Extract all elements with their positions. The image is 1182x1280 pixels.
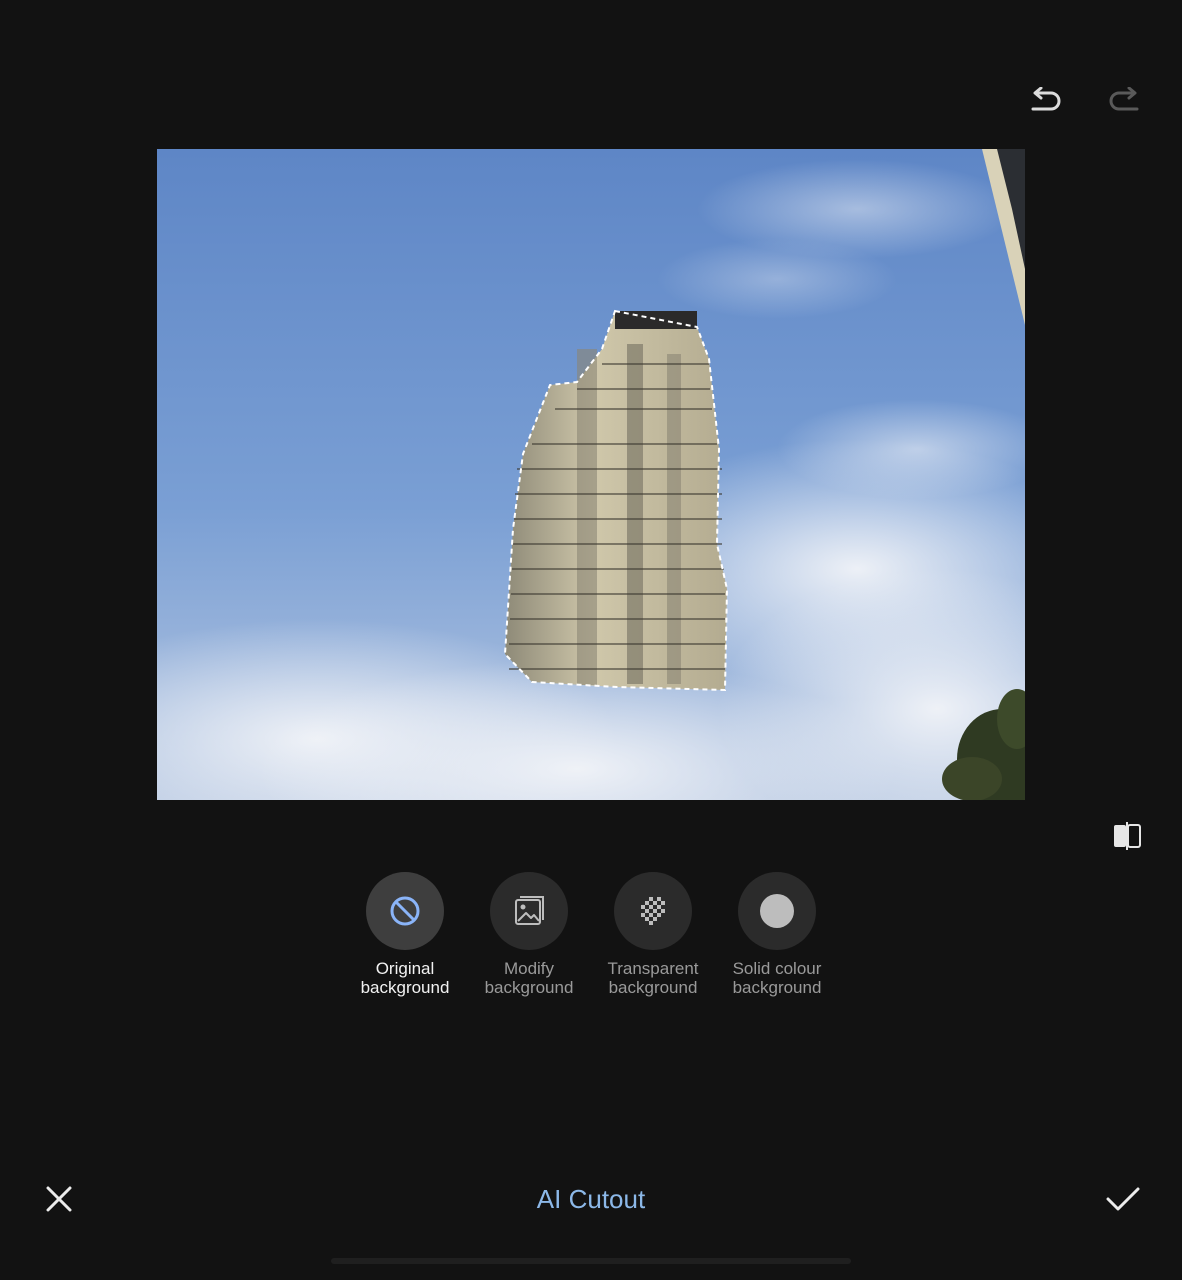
undo-icon bbox=[1031, 87, 1061, 111]
solid-circle-icon bbox=[760, 894, 794, 928]
redo-icon bbox=[1109, 87, 1139, 111]
option-circle bbox=[366, 872, 444, 950]
option-original-background[interactable]: Original background bbox=[343, 872, 467, 1012]
photo-canvas[interactable] bbox=[157, 149, 1025, 800]
option-circle bbox=[738, 872, 816, 950]
checkerboard-icon bbox=[641, 897, 665, 925]
option-solid-colour-background[interactable]: Solid colour background bbox=[715, 872, 839, 1012]
option-label: Transparent background bbox=[607, 959, 699, 997]
option-label: Modify background bbox=[484, 959, 574, 997]
confirm-button[interactable] bbox=[1100, 1176, 1146, 1222]
option-circle bbox=[490, 872, 568, 950]
option-modify-background[interactable]: Modify background bbox=[467, 872, 591, 1012]
home-indicator bbox=[331, 1258, 851, 1264]
check-icon bbox=[1106, 1187, 1140, 1211]
background-options: Original background Modify background Tr… bbox=[343, 872, 839, 1012]
option-circle bbox=[614, 872, 692, 950]
option-label: Original background bbox=[360, 959, 450, 997]
option-label: Solid colour background bbox=[732, 959, 822, 997]
compare-split-icon bbox=[1114, 822, 1141, 850]
image-icon bbox=[515, 896, 544, 925]
no-background-icon bbox=[390, 896, 420, 926]
option-transparent-background[interactable]: Transparent background bbox=[591, 872, 715, 1012]
close-button[interactable] bbox=[36, 1176, 82, 1222]
redo-button[interactable] bbox=[1098, 80, 1150, 124]
compare-button[interactable] bbox=[1104, 814, 1150, 858]
page-title: AI Cutout bbox=[536, 1184, 646, 1214]
close-icon bbox=[46, 1186, 72, 1212]
undo-button[interactable] bbox=[1020, 80, 1072, 124]
